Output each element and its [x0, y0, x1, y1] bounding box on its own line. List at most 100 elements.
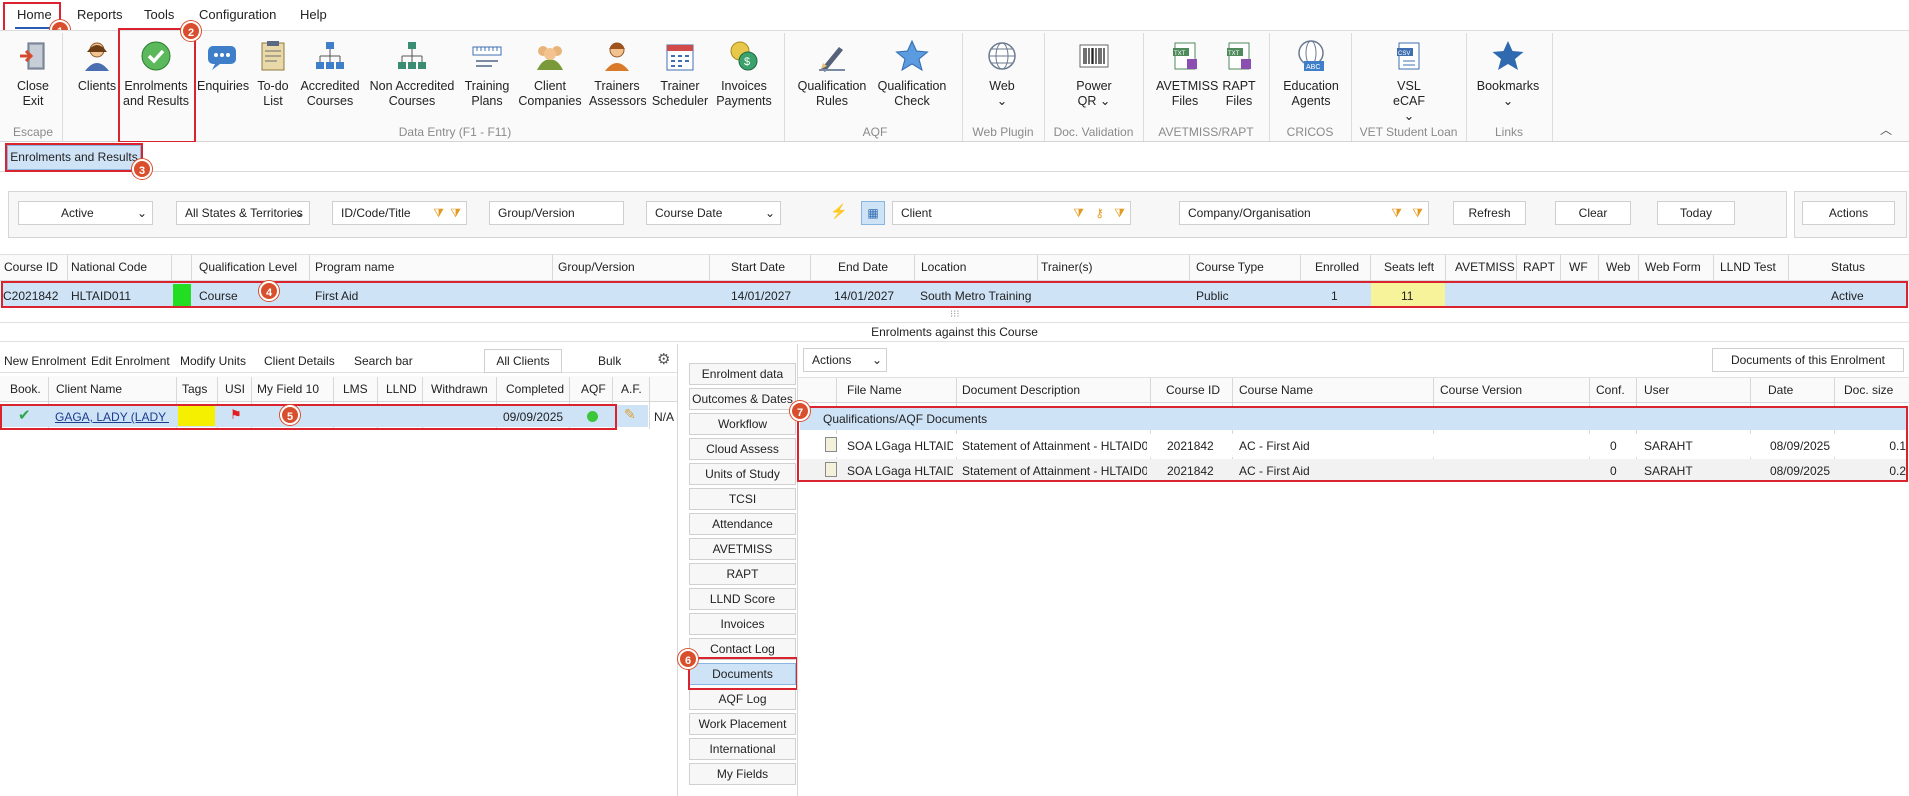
documents-of-enrolment-button[interactable]: Documents of this Enrolment	[1712, 348, 1904, 372]
col-user[interactable]: User	[1644, 383, 1669, 397]
menu-help[interactable]: Help	[300, 7, 327, 22]
col-doc-course-id[interactable]: Course ID	[1166, 383, 1220, 397]
col-completed[interactable]: Completed	[506, 382, 564, 396]
col-date[interactable]: Date	[1768, 383, 1793, 397]
col-file-name[interactable]: File Name	[847, 383, 902, 397]
company-input[interactable]: Company/Organisation ⧩ ⧩	[1179, 201, 1429, 225]
col-course-name[interactable]: Course Name	[1239, 383, 1313, 397]
modify-units-button[interactable]: Modify Units	[180, 354, 246, 368]
training-plans-button[interactable]: Training Plans	[463, 39, 511, 109]
col-withdrawn[interactable]: Withdrawn	[431, 382, 488, 396]
col-course-version[interactable]: Course Version	[1440, 383, 1522, 397]
edit-enrolment-button[interactable]: Edit Enrolment	[91, 354, 170, 368]
col-enrolled[interactable]: Enrolled	[1315, 260, 1359, 274]
actions-button[interactable]: Actions	[1802, 201, 1895, 225]
col-course-id[interactable]: Course ID	[4, 260, 58, 274]
clear-button[interactable]: Clear	[1555, 201, 1631, 225]
tab-aqf-log[interactable]: AQF Log	[689, 688, 796, 710]
docs-actions-dropdown[interactable]: Actions ⌄	[803, 348, 887, 372]
filter-icon[interactable]: ⧩	[433, 202, 444, 224]
col-start-date[interactable]: Start Date	[731, 260, 785, 274]
col-conf[interactable]: Conf.	[1596, 383, 1625, 397]
menu-configuration[interactable]: Configuration	[199, 7, 276, 22]
tab-international[interactable]: International	[689, 738, 796, 760]
col-my-field-10[interactable]: My Field 10	[257, 382, 319, 396]
today-button[interactable]: Today	[1657, 201, 1735, 225]
non-accredited-courses-button[interactable]: Non Accredited Courses	[368, 39, 456, 109]
vsl-ecaf-button[interactable]: CSV VSL eCAF ⌄	[1387, 39, 1431, 124]
tag-icon[interactable]: ✎	[624, 406, 636, 423]
status-select[interactable]: Active ⌄	[18, 201, 153, 225]
course-date-select[interactable]: Course Date ⌄	[646, 201, 781, 225]
invoices-payments-button[interactable]: $ Invoices Payments	[716, 39, 772, 109]
tab-outcomes-dates[interactable]: Outcomes & Dates	[689, 388, 796, 410]
accredited-courses-button[interactable]: Accredited Courses	[298, 39, 362, 109]
tab-rapt[interactable]: RAPT	[689, 563, 796, 585]
col-web-form[interactable]: Web Form	[1645, 260, 1701, 274]
menu-tools[interactable]: Tools	[144, 7, 174, 22]
group-version-input[interactable]: Group/Version	[489, 201, 624, 225]
col-aqf[interactable]: AQF	[581, 382, 606, 396]
col-booked[interactable]: Book.	[10, 382, 41, 396]
power-qr-button[interactable]: Power QR ⌄	[1071, 39, 1117, 109]
col-seats-left[interactable]: Seats left	[1384, 260, 1434, 274]
qualification-check-button[interactable]: Qualification Check	[876, 39, 948, 109]
tab-invoices[interactable]: Invoices	[689, 613, 796, 635]
col-tags[interactable]: Tags	[182, 382, 207, 396]
clients-button[interactable]: Clients	[76, 39, 118, 94]
key-icon[interactable]: ⚷	[1095, 202, 1104, 224]
search-bar-button[interactable]: Search bar	[354, 354, 413, 368]
client-input[interactable]: Client ⧩ ⚷ ⧩	[892, 201, 1131, 225]
tab-cloud-assess[interactable]: Cloud Assess	[689, 438, 796, 460]
states-select[interactable]: All States & Territories ⌄	[176, 201, 310, 225]
bulk-button[interactable]: Bulk	[598, 354, 621, 368]
trainers-assessors-button[interactable]: Trainers Assessors	[589, 39, 647, 109]
col-client-name[interactable]: Client Name	[56, 382, 122, 396]
col-status[interactable]: Status	[1831, 260, 1865, 274]
tab-llnd-score[interactable]: LLND Score	[689, 588, 796, 610]
clear-filter-icon[interactable]: ⧩	[1412, 202, 1423, 224]
client-companies-button[interactable]: Client Companies	[517, 39, 583, 109]
client-details-button[interactable]: Client Details	[264, 354, 335, 368]
grid-view-icon[interactable]: ▦	[861, 201, 885, 225]
collapse-ribbon-icon[interactable]: ︿	[1880, 121, 1892, 138]
col-lms[interactable]: LMS	[343, 382, 368, 396]
tab-units-of-study[interactable]: Units of Study	[689, 463, 796, 485]
col-document-description[interactable]: Document Description	[962, 383, 1080, 397]
col-wf[interactable]: WF	[1569, 260, 1588, 274]
clear-filter-icon[interactable]: ⧩	[1114, 202, 1125, 224]
rapt-files-button[interactable]: TXT RAPT Files	[1219, 39, 1259, 109]
col-trainers[interactable]: Trainer(s)	[1041, 260, 1093, 274]
education-agents-button[interactable]: ABC Education Agents	[1280, 39, 1342, 109]
qualification-rules-button[interactable]: Qualification Rules	[796, 39, 868, 109]
col-qualification-level[interactable]: Qualification Level	[199, 260, 297, 274]
menu-reports[interactable]: Reports	[77, 7, 123, 22]
gear-icon[interactable]: ⚙	[657, 350, 670, 368]
col-program-name[interactable]: Program name	[315, 260, 394, 274]
lightning-icon[interactable]: ⚡	[830, 203, 847, 220]
id-code-title-input[interactable]: ID/Code/Title ⧩ ⧩	[332, 201, 467, 225]
avetmiss-files-button[interactable]: TXT AVETMISS Files	[1156, 39, 1218, 109]
web-button[interactable]: Web ⌄	[982, 39, 1022, 109]
col-location[interactable]: Location	[921, 260, 966, 274]
col-doc-size[interactable]: Doc. size	[1844, 383, 1893, 397]
filter-icon[interactable]: ⧩	[1073, 202, 1084, 224]
trainer-scheduler-button[interactable]: Trainer Scheduler	[651, 39, 709, 109]
col-course-type[interactable]: Course Type	[1196, 260, 1264, 274]
filter-icon[interactable]: ⧩	[1391, 202, 1402, 224]
col-end-date[interactable]: End Date	[838, 260, 888, 274]
col-llnd-test[interactable]: LLND Test	[1720, 260, 1776, 274]
tab-avetmiss[interactable]: AVETMISS	[689, 538, 796, 560]
all-clients-button[interactable]: All Clients	[484, 349, 562, 373]
col-national-code[interactable]: National Code	[71, 260, 147, 274]
clear-filter-icon[interactable]: ⧩	[450, 202, 461, 224]
tab-enrolment-data[interactable]: Enrolment data	[689, 363, 796, 385]
col-avetmiss[interactable]: AVETMISS	[1455, 260, 1515, 274]
bookmarks-button[interactable]: Bookmarks ⌄	[1474, 39, 1542, 109]
col-group-version[interactable]: Group/Version	[558, 260, 635, 274]
col-llnd[interactable]: LLND	[386, 382, 417, 396]
new-enrolment-button[interactable]: New Enrolment	[4, 354, 86, 368]
enquiries-button[interactable]: Enquiries	[197, 39, 249, 94]
splitter-grip[interactable]: ⁝⁝⁝	[950, 309, 960, 320]
col-rapt[interactable]: RAPT	[1523, 260, 1555, 274]
